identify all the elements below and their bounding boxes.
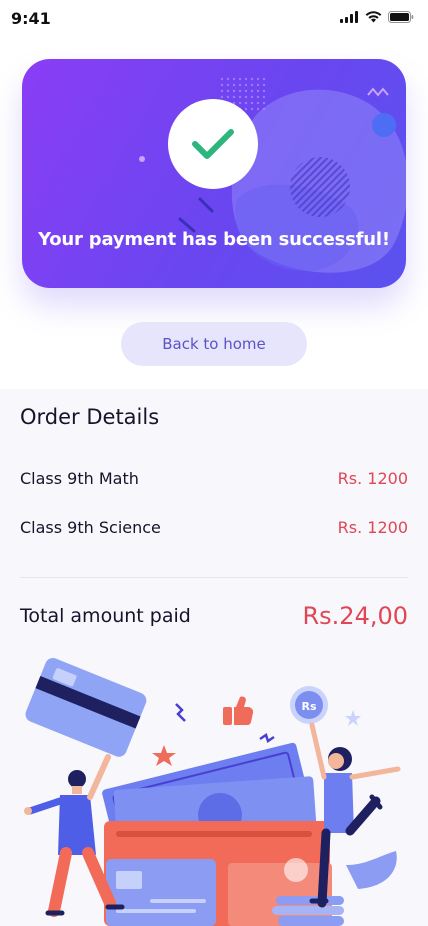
status-bar: 9:41	[0, 0, 428, 36]
order-item: Class 9th Science Rs. 1200	[20, 518, 408, 537]
star-icon	[152, 745, 176, 766]
divider	[20, 577, 408, 578]
battery-icon	[388, 11, 414, 23]
signal-icon	[340, 11, 358, 23]
wifi-icon	[365, 11, 382, 23]
woman-figure	[309, 722, 401, 908]
coin-icon: Rs	[290, 686, 328, 724]
order-item-name: Class 9th Math	[20, 469, 139, 488]
status-icons	[340, 11, 414, 23]
credit-card-icon	[25, 658, 147, 757]
order-item-price: Rs. 1200	[337, 469, 408, 488]
total-label: Total amount paid	[20, 605, 191, 627]
zigzag-decoration	[175, 703, 186, 722]
coin-stack	[272, 896, 344, 926]
coin-label: Rs	[301, 700, 316, 713]
back-to-home-button[interactable]: Back to home	[121, 322, 307, 366]
payment-success-card: Your payment has been successful!	[22, 59, 406, 288]
bank-card	[106, 859, 216, 926]
zigzag-decoration	[259, 733, 275, 743]
thumbs-up-icon	[223, 696, 254, 726]
success-message: Your payment has been successful!	[38, 229, 390, 250]
order-details-title: Order Details	[20, 405, 160, 429]
total-amount: Rs.24,00	[302, 602, 408, 630]
payment-illustration: Rs	[24, 658, 401, 926]
total-row: Total amount paid Rs.24,00	[20, 602, 408, 630]
order-item-name: Class 9th Science	[20, 518, 161, 537]
star-icon	[345, 710, 361, 726]
order-item: Class 9th Math Rs. 1200	[20, 469, 408, 488]
success-check-badge	[168, 99, 258, 189]
check-icon	[192, 129, 234, 159]
status-time: 9:41	[11, 9, 51, 28]
order-item-price: Rs. 1200	[337, 518, 408, 537]
